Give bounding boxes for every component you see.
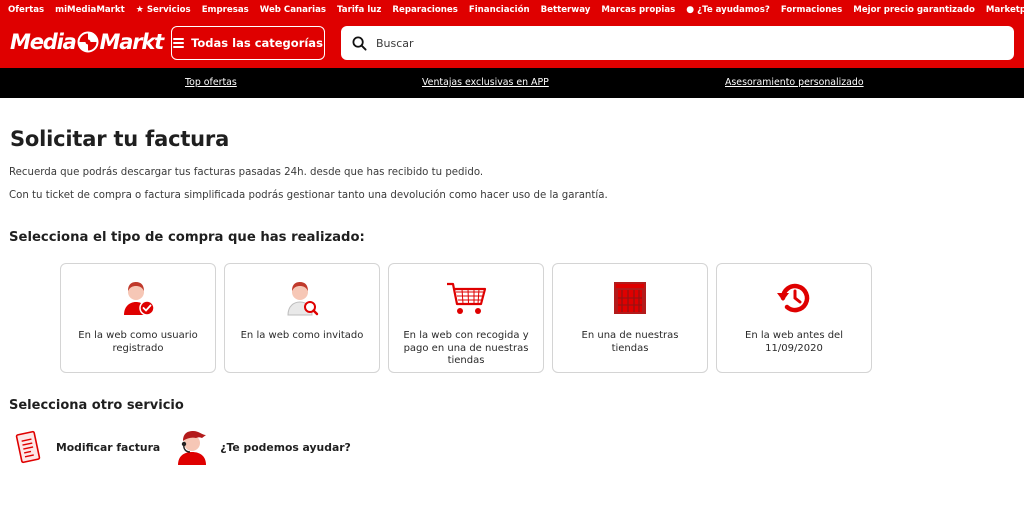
purchase-type-before-date[interactable]: En la web antes del 11/09/2020 (716, 263, 872, 373)
topnav-mimediamarkt[interactable]: miMediaMarkt (55, 5, 125, 15)
top-navigation: Ofertas miMediaMarkt ★ Servicios Empresas… (0, 0, 1024, 19)
search-icon[interactable] (352, 36, 367, 51)
topnav-empresas[interactable]: Empresas (202, 5, 249, 15)
other-service-heading: Selecciona otro servicio (9, 398, 184, 413)
topnav-web-canarias[interactable]: Web Canarias (260, 5, 326, 15)
topnav-servicios[interactable]: ★ Servicios (136, 5, 191, 15)
purchase-type-guest[interactable]: En la web como invitado (224, 263, 380, 373)
info-paragraph-1: Recuerda que podrás descargar tus factur… (9, 167, 484, 178)
logo-text-media: Media (10, 30, 77, 54)
page-title: Solicitar tu factura (10, 127, 230, 151)
topnav-betterway[interactable]: Betterway (541, 5, 591, 15)
topnav-tarifa-luz[interactable]: Tarifa luz (337, 5, 381, 15)
shopping-cart-icon (447, 282, 487, 314)
purchase-type-label: En la web antes del 11/09/2020 (745, 330, 843, 354)
purchase-type-store[interactable]: En una de nuestras tiendas (552, 263, 708, 373)
support-agent-icon (178, 431, 207, 465)
topnav-reparaciones[interactable]: Reparaciones (392, 5, 457, 15)
search-input[interactable] (376, 36, 976, 50)
all-categories-label: Todas las categorías (191, 36, 323, 50)
topnav-marcas-propias[interactable]: Marcas propias (601, 5, 675, 15)
service-help-label: ¿Te podemos ayudar? (220, 440, 351, 454)
purchase-type-label: En la web como invitado (240, 330, 364, 341)
search-bar (341, 26, 1014, 60)
main-content: Solicitar tu factura Recuerda que podrás… (0, 127, 1024, 465)
purchase-type-heading: Selecciona el tipo de compra que has rea… (9, 230, 365, 245)
service-modify-invoice-label: Modificar factura (56, 440, 161, 454)
logo-swirl-icon (77, 31, 99, 53)
purchase-type-options: En la web como usuario registrado En la … (60, 263, 1024, 373)
topnav-ofertas[interactable]: Ofertas (8, 5, 44, 15)
purchase-type-label: En una de nuestras tiendas (581, 330, 679, 354)
topnav-te-ayudamos[interactable]: ● ¿Te ayudamos? (686, 5, 770, 15)
promo-asesoramiento-link[interactable]: Asesoramiento personalizado (725, 77, 864, 88)
history-icon (777, 283, 810, 313)
store-icon (614, 282, 646, 314)
logo-text-markt: Markt (99, 30, 165, 54)
service-help[interactable]: ¿Te podemos ayudar? (174, 429, 351, 465)
menu-icon (173, 38, 185, 48)
promo-top-ofertas-link[interactable]: Top ofertas (185, 77, 237, 88)
topnav-mejor-precio[interactable]: Mejor precio garantizado (853, 5, 975, 15)
topnav-marketplace[interactable]: Marketplace (986, 5, 1024, 15)
main-bar: Media Markt Todas las categorías (0, 26, 1024, 60)
purchase-type-label: En la web con recogida y pago en una de … (403, 330, 529, 366)
other-services: Modificar factura ¿Te podemos ayudar? (15, 429, 1024, 465)
promo-ventajas-app-link[interactable]: Ventajas exclusivas en APP (422, 77, 549, 88)
star-icon: ★ (135, 4, 144, 15)
purchase-type-label: En la web como usuario registrado (78, 330, 198, 354)
mediamarkt-logo[interactable]: Media Markt (10, 30, 165, 54)
registered-user-icon (124, 282, 155, 316)
info-paragraph-2: Con tu ticket de compra o factura simpli… (9, 190, 608, 201)
purchase-type-registered[interactable]: En la web como usuario registrado (60, 263, 216, 373)
site-header: Ofertas miMediaMarkt ★ Servicios Empresas… (0, 0, 1024, 68)
topnav-financiacion[interactable]: Financiación (469, 5, 530, 15)
promo-bar: Top ofertas Ventajas exclusivas en APP A… (0, 68, 1024, 98)
info-icon: ● (686, 4, 695, 15)
service-modify-invoice[interactable]: Modificar factura (15, 430, 160, 464)
purchase-type-pickup[interactable]: En la web con recogida y pago en una de … (388, 263, 544, 373)
all-categories-button[interactable]: Todas las categorías (171, 26, 325, 60)
topnav-servicios-label: Servicios (146, 4, 191, 15)
invoice-icon (15, 430, 41, 464)
topnav-formaciones[interactable]: Formaciones (781, 5, 842, 15)
topnav-te-ayudamos-label: ¿Te ayudamos? (697, 4, 770, 15)
guest-user-icon (287, 282, 319, 316)
